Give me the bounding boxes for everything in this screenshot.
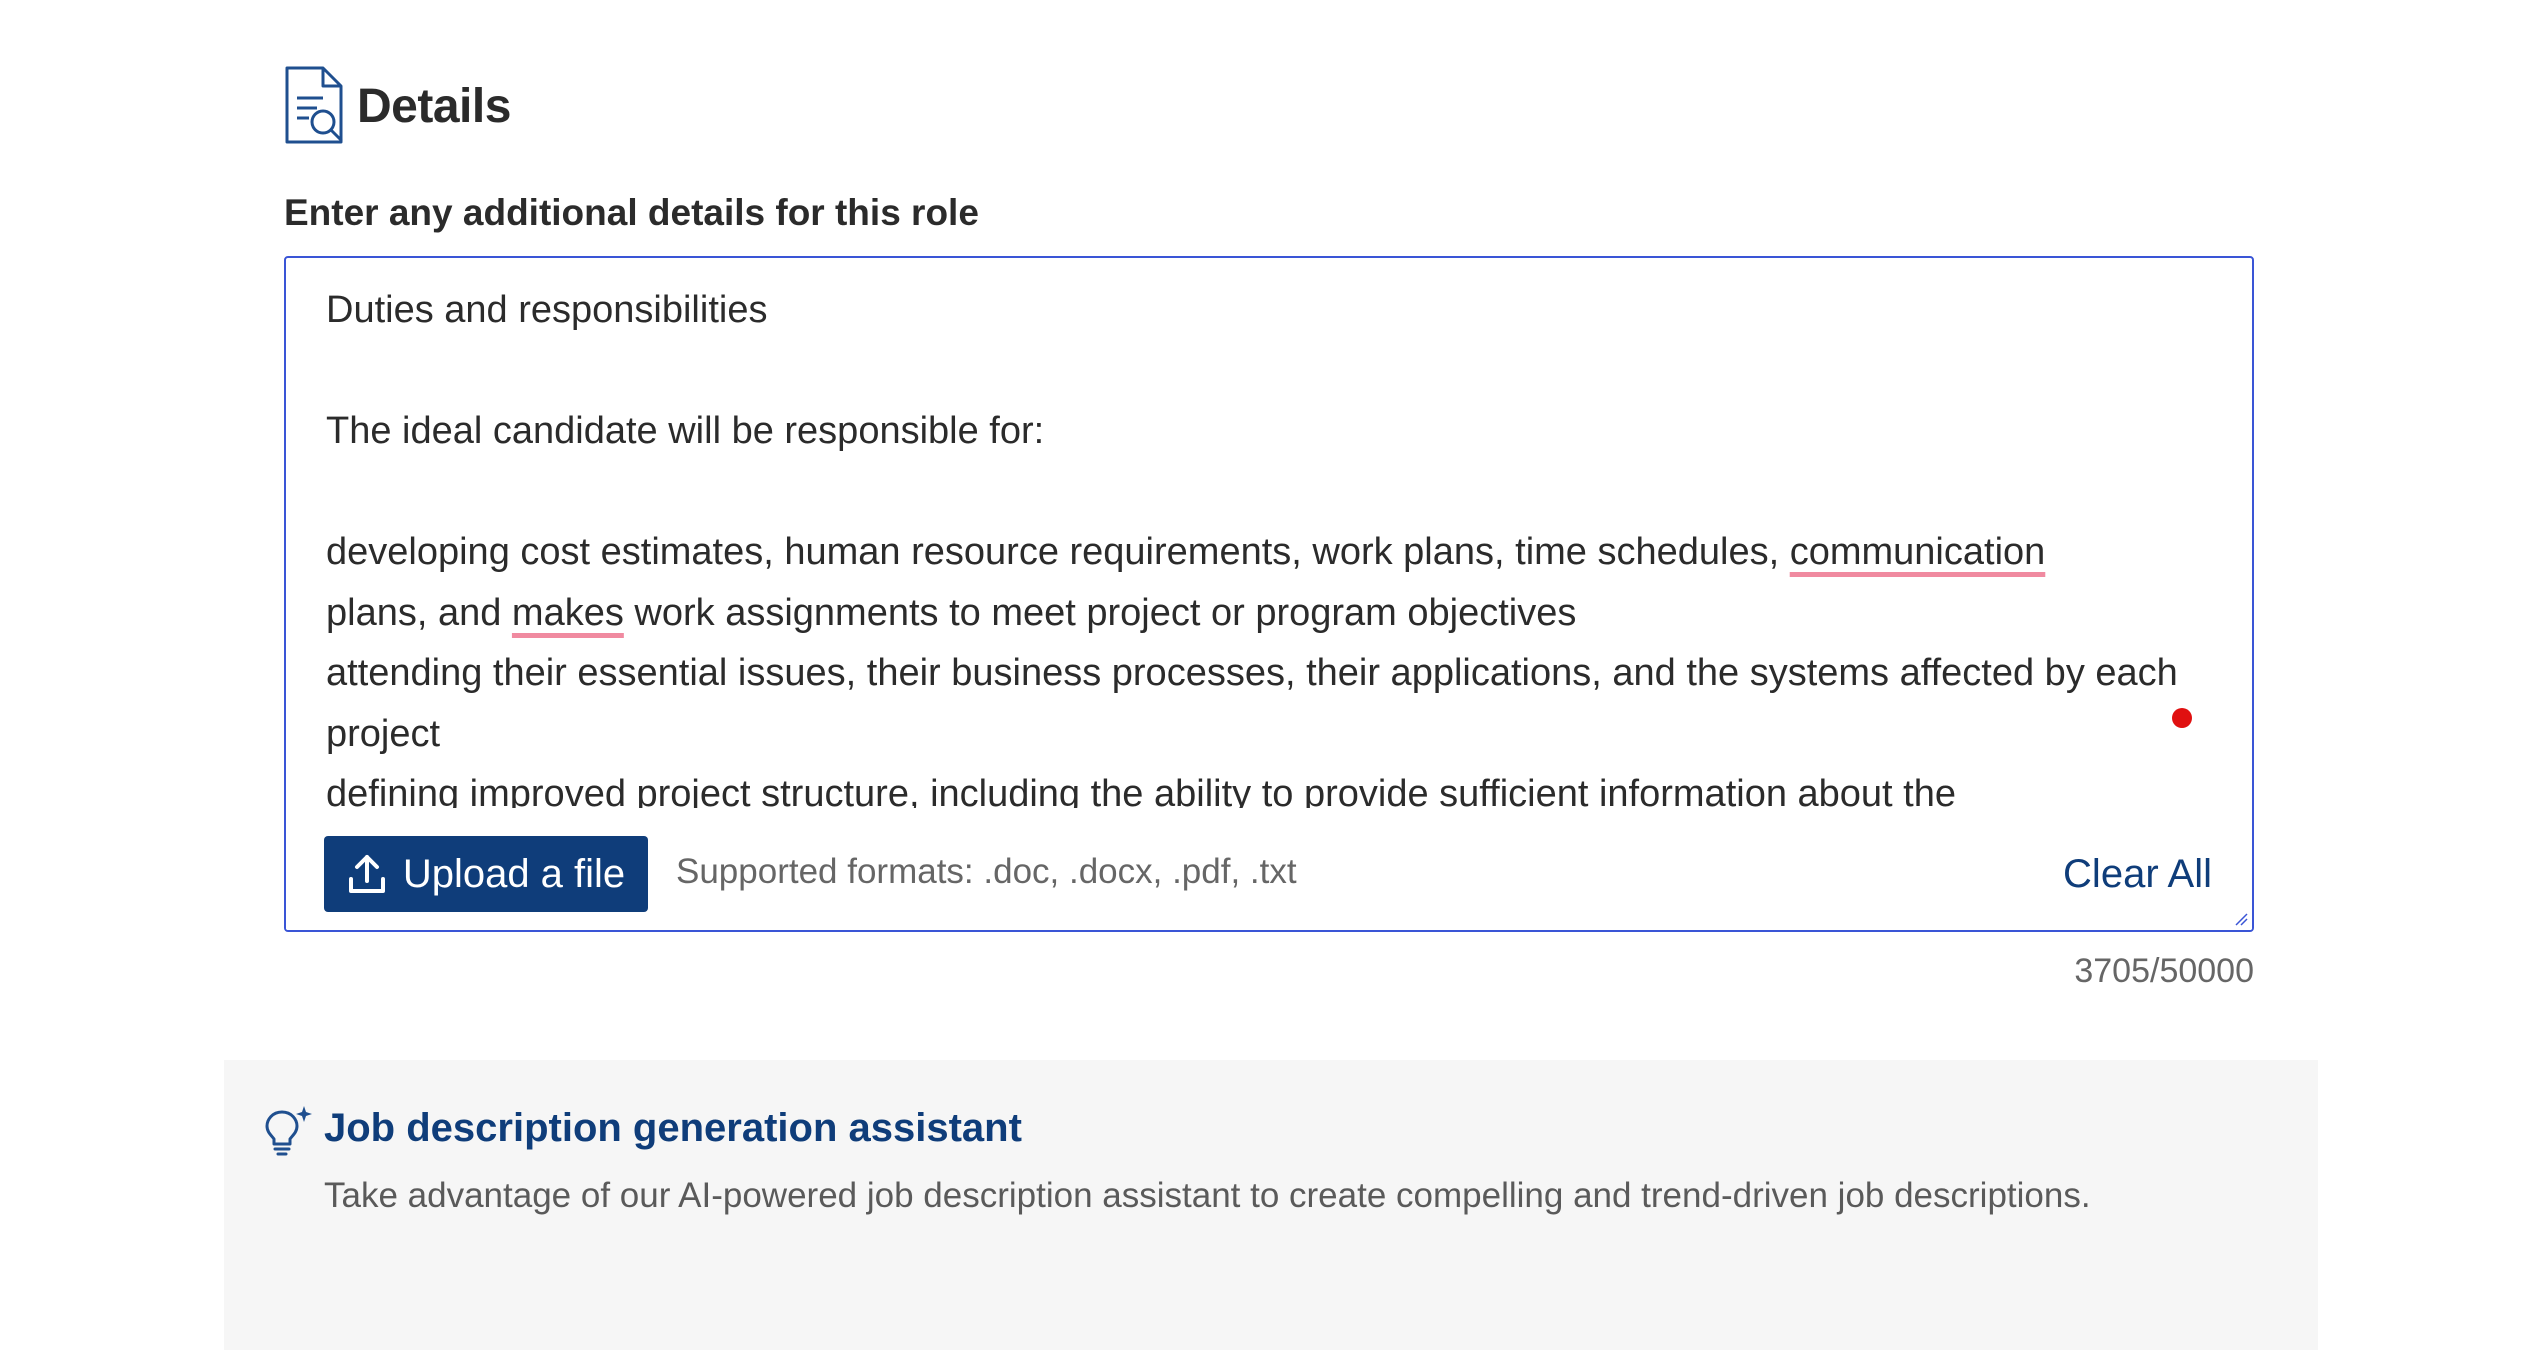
assistant-title[interactable]: Job description generation assistant xyxy=(324,1106,1022,1151)
text-segment: developing cost estimates, human resourc… xyxy=(326,531,1790,573)
clear-all-link[interactable]: Clear All xyxy=(2063,852,2212,897)
upload-file-button[interactable]: Upload a file xyxy=(324,836,648,912)
spellcheck-word[interactable]: makes xyxy=(512,592,624,634)
textarea-content[interactable]: Duties and responsibilities The ideal ca… xyxy=(326,280,2216,840)
character-count: 3705/50000 xyxy=(2074,952,2254,990)
text-line: attending their essential issues, their … xyxy=(326,652,2178,755)
upload-button-label: Upload a file xyxy=(402,851,626,896)
upload-icon xyxy=(347,853,387,895)
text-line: Duties and responsibilities xyxy=(326,289,768,331)
status-indicator-dot xyxy=(2172,708,2192,728)
supported-formats-text: Supported formats: .doc, .docx, .pdf, .t… xyxy=(676,852,1297,891)
spellcheck-word[interactable]: communication xyxy=(1790,531,2046,573)
text-line: developing cost estimates, human resourc… xyxy=(326,522,2216,643)
assistant-description: Take advantage of our AI-powered job des… xyxy=(324,1176,2091,1215)
resize-handle-icon[interactable] xyxy=(2232,910,2248,926)
text-segment: work assignments to meet project or prog… xyxy=(623,591,1577,634)
section-header: Details xyxy=(283,64,511,148)
lightbulb-sparkle-icon xyxy=(264,1104,314,1156)
field-label: Enter any additional details for this ro… xyxy=(284,192,979,233)
text-segment: plans, and xyxy=(326,591,512,634)
text-line: The ideal candidate will be responsible … xyxy=(326,410,1045,452)
details-textarea[interactable]: Duties and responsibilities The ideal ca… xyxy=(284,256,2254,932)
assistant-panel: Job description generation assistant Tak… xyxy=(224,1060,2318,1350)
document-search-icon xyxy=(283,64,345,148)
section-title: Details xyxy=(357,79,511,133)
page: Details Enter any additional details for… xyxy=(0,0,2522,1350)
